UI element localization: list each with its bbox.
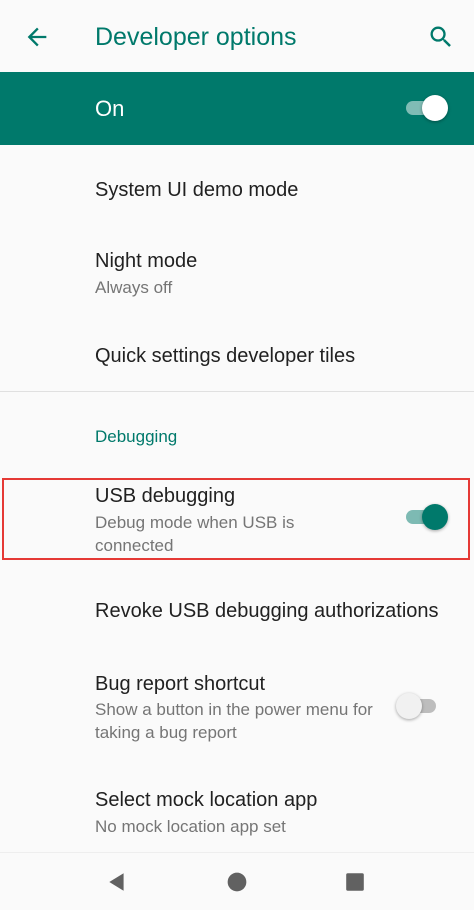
item-title: System UI demo mode <box>95 179 299 201</box>
item-summary: Show a button in the power menu for taki… <box>95 700 373 742</box>
master-switch-label: On <box>95 96 125 121</box>
list-item-bug-report-shortcut[interactable]: Bug report shortcut Show a button in the… <box>0 658 474 766</box>
developer-options-screen: Developer options On System UI demo mode… <box>0 0 474 910</box>
nav-home-button[interactable] <box>218 863 256 901</box>
item-title: Quick settings developer tiles <box>95 345 356 367</box>
search-button[interactable] <box>418 14 464 60</box>
item-title: Revoke USB debugging authorizations <box>95 600 439 622</box>
system-navigation-bar <box>0 852 474 910</box>
highlight-box <box>2 478 470 560</box>
list-item-revoke-usb-authorizations[interactable]: Revoke USB debugging authorizations <box>0 562 474 658</box>
list-item-system-ui-demo-mode[interactable]: System UI demo mode <box>0 146 474 232</box>
section-divider <box>0 391 474 392</box>
master-switch-bar[interactable]: On <box>0 72 474 145</box>
category-debugging: Debugging <box>95 427 178 446</box>
item-summary: Always off <box>95 278 173 297</box>
page-title: Developer options <box>95 23 297 51</box>
master-switch-toggle[interactable] <box>404 94 448 122</box>
search-icon <box>430 26 451 47</box>
toggle-thumb <box>396 693 422 719</box>
toggle-thumb <box>422 95 448 121</box>
app-bar: Developer options <box>0 0 474 72</box>
item-summary: No mock location app set <box>95 817 286 836</box>
nav-recents-square-icon <box>346 873 364 891</box>
nav-home-circle-icon <box>227 872 247 892</box>
item-title: Bug report shortcut <box>95 673 266 695</box>
bug-report-shortcut-toggle[interactable] <box>396 692 440 720</box>
back-button[interactable] <box>14 14 60 60</box>
list-item-quick-settings-tiles[interactable]: Quick settings developer tiles <box>0 318 474 390</box>
arrow-back-icon <box>27 27 47 47</box>
nav-back-button[interactable] <box>98 863 136 901</box>
nav-recents-button[interactable] <box>336 863 374 901</box>
item-title: Night mode <box>95 250 198 272</box>
nav-back-triangle-icon <box>109 873 124 891</box>
item-title: Select mock location app <box>95 789 318 811</box>
list-item-mock-location-app[interactable]: Select mock location app No mock locatio… <box>0 766 474 852</box>
list-item-night-mode[interactable]: Night mode Always off <box>0 232 474 318</box>
